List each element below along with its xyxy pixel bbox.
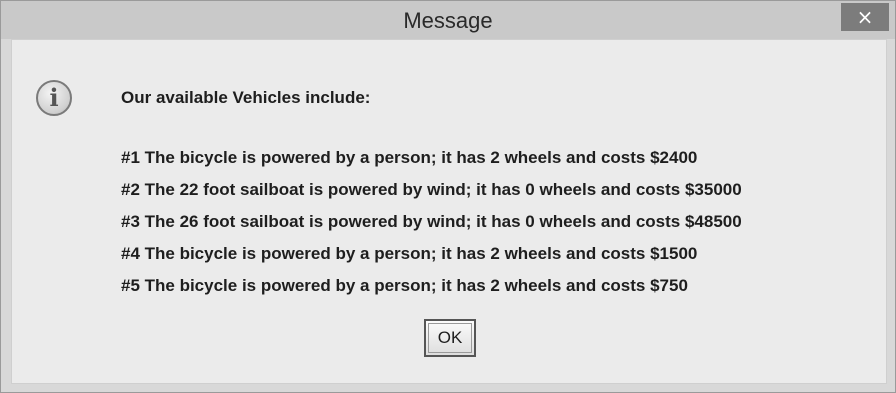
ok-button[interactable]: OK xyxy=(424,319,476,357)
vehicle-item: #2 The 22 foot sailboat is powered by wi… xyxy=(121,180,742,199)
message-heading: Our available Vehicles include: xyxy=(121,88,371,107)
message-dialog: Message × i Our available Vehicles inclu… xyxy=(0,0,896,393)
dialog-content: i Our available Vehicles include: #1 The… xyxy=(11,39,887,384)
title-bar[interactable]: Message × xyxy=(1,1,895,39)
dialog-title: Message xyxy=(403,8,493,33)
vehicle-item: #1 The bicycle is powered by a person; i… xyxy=(121,148,698,167)
vehicle-item: #3 The 26 foot sailboat is powered by wi… xyxy=(121,212,742,231)
vehicle-item: #4 The bicycle is powered by a person; i… xyxy=(121,244,698,263)
close-icon: × xyxy=(856,5,874,29)
vehicle-item: #5 The bicycle is powered by a person; i… xyxy=(121,276,688,295)
vehicle-list: #1 The bicycle is powered by a person; i… xyxy=(121,148,742,308)
close-button[interactable]: × xyxy=(841,3,889,31)
information-icon: i xyxy=(36,80,72,116)
